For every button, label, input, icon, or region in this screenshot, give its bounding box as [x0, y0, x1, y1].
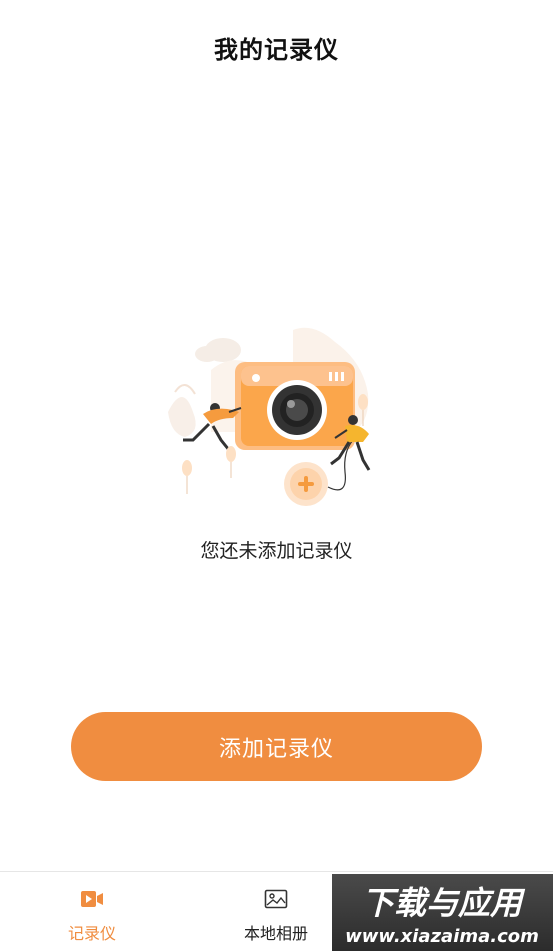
header: 我的记录仪: [0, 0, 553, 92]
recorder-icon: [79, 888, 105, 910]
tab-recorder[interactable]: 记录仪: [0, 872, 184, 951]
page-title: 我的记录仪: [214, 36, 339, 64]
add-recorder-button[interactable]: 添加记录仪: [71, 712, 482, 781]
svg-text:下载与应用: 下载与应用: [362, 884, 526, 922]
empty-state-illustration: [163, 322, 389, 512]
watermark-logo: 下载与应用 www.xiazaima.com: [332, 874, 553, 951]
empty-state-message: 您还未添加记录仪: [200, 540, 353, 562]
tab-recorder-label: 记录仪: [67, 924, 116, 943]
tab-local-album-label: 本地相册: [243, 924, 308, 943]
camera-with-people-icon: [168, 327, 371, 506]
photo-album-icon: [263, 888, 289, 910]
svg-text:www.xiazaima.com: www.xiazaima.com: [345, 926, 539, 947]
